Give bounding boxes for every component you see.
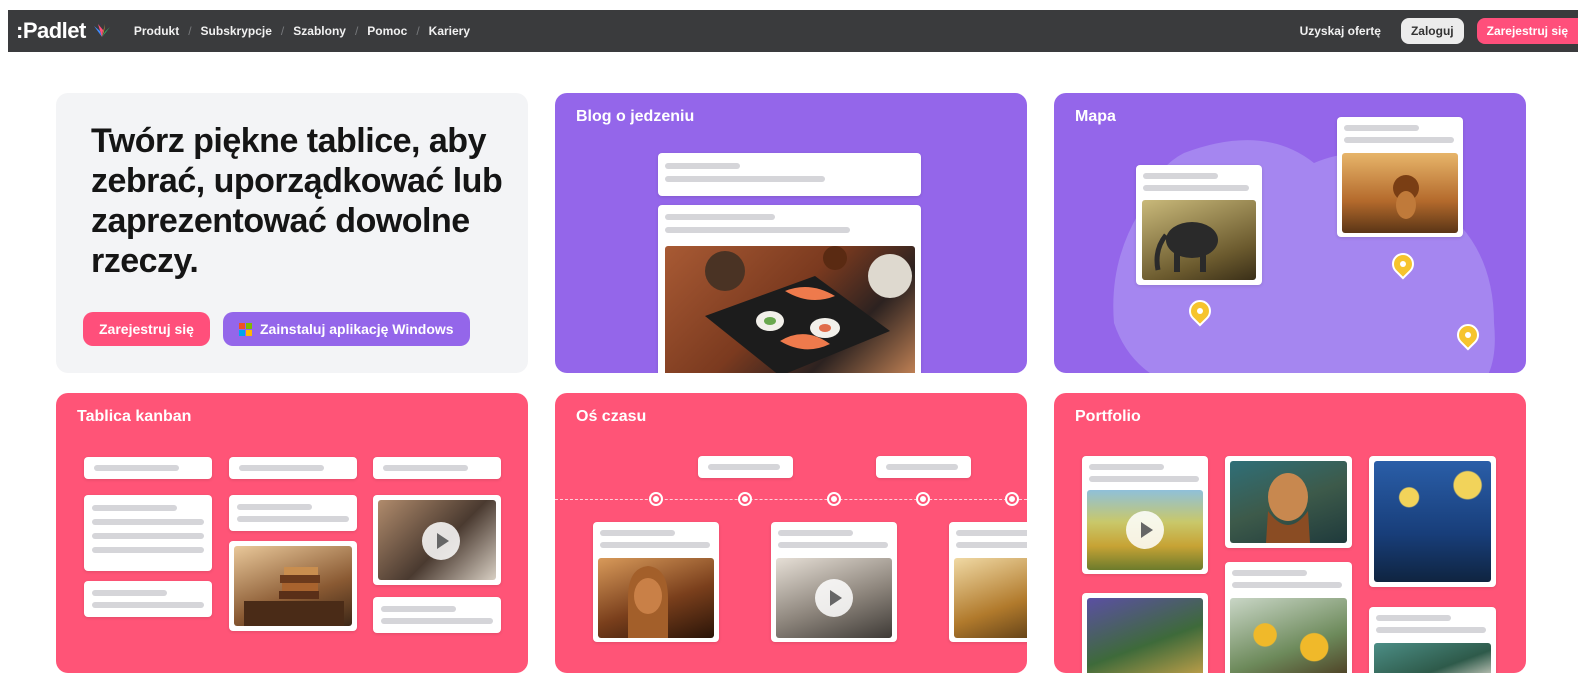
- study-video-image: [378, 500, 496, 580]
- signup-button-top[interactable]: Zarejestruj się: [1476, 18, 1578, 44]
- kanban-card: [229, 541, 357, 631]
- post-placeholder: [658, 205, 921, 373]
- timeline-post: [771, 522, 897, 642]
- nav-separator: /: [416, 24, 420, 38]
- timeline-dot: [918, 494, 928, 504]
- kanban-card: [229, 495, 357, 531]
- nav-link-pomoc[interactable]: Pomoc: [367, 24, 407, 38]
- portfolio-post: [1225, 456, 1352, 548]
- timeline-dot: [651, 494, 661, 504]
- timeline-axis: [555, 499, 1027, 500]
- sunflowers-image: [1230, 598, 1347, 673]
- top-navbar: :Padlet Produkt / Subskrypcje / Szablony…: [8, 10, 1578, 52]
- portfolio-post: [1369, 456, 1496, 587]
- card-title-portfolio: Portfolio: [1075, 408, 1141, 425]
- timeline-dot: [740, 494, 750, 504]
- kanban-column-header: [373, 457, 501, 479]
- template-card-timeline[interactable]: Oś czasu: [555, 393, 1027, 673]
- sushi-image: [665, 246, 915, 373]
- card-title-timeline: Oś czasu: [576, 408, 647, 425]
- windows-icon: [239, 322, 252, 336]
- statue-video-image: [776, 558, 892, 638]
- nav-link-produkt[interactable]: Produkt: [134, 24, 179, 38]
- kanban-column-header: [84, 457, 212, 479]
- play-icon[interactable]: [815, 579, 853, 617]
- template-card-kanban[interactable]: Tablica kanban: [56, 393, 528, 673]
- nav-separator: /: [354, 24, 359, 38]
- books-image: [234, 546, 352, 626]
- kanban-card: [373, 495, 501, 585]
- wheatfield-video-image: [1087, 490, 1203, 570]
- nav-actions: Uzyskaj ofertę Zaloguj Zarejestruj się: [1300, 18, 1578, 44]
- starry-night-image: [1374, 461, 1491, 582]
- pharaoh-image: [598, 558, 714, 638]
- install-windows-label: Zainstaluj aplikację Windows: [260, 321, 454, 337]
- lion-image: [1342, 153, 1458, 233]
- padlet-logo[interactable]: :Padlet: [16, 18, 86, 44]
- nav-separator: /: [280, 24, 285, 38]
- timeline-post: [593, 522, 719, 642]
- kanban-card: [373, 597, 501, 633]
- timeline-dot: [829, 494, 839, 504]
- knight-image: [954, 558, 1027, 638]
- template-card-food-blog[interactable]: Blog o jedzeniu: [555, 93, 1027, 373]
- hero-signup-button[interactable]: Zarejestruj się: [83, 312, 210, 346]
- portfolio-post: [1082, 456, 1208, 574]
- play-icon[interactable]: [1126, 511, 1164, 549]
- card-title-kanban: Tablica kanban: [77, 408, 192, 425]
- kanban-card: [84, 495, 212, 571]
- kanban-card: [84, 581, 212, 617]
- nav-links: Produkt / Subskrypcje / Szablony / Pomoc…: [134, 24, 470, 38]
- self-portrait-image: [1230, 461, 1347, 543]
- hero-title: Twórz piękne tablice, aby zebrać, uporzą…: [91, 122, 503, 280]
- kanban-column-header: [229, 457, 357, 479]
- map-post: [1337, 117, 1463, 237]
- template-card-map[interactable]: Mapa: [1054, 93, 1526, 373]
- nav-separator: /: [188, 24, 192, 38]
- nav-link-kariery[interactable]: Kariery: [429, 24, 470, 38]
- map-post: [1136, 165, 1262, 285]
- card-title-food-blog: Blog o jedzeniu: [576, 108, 695, 125]
- timeline-label: [876, 456, 971, 478]
- template-card-portfolio[interactable]: Portfolio: [1054, 393, 1526, 673]
- portfolio-post: [1225, 562, 1352, 673]
- login-button[interactable]: Zaloguj: [1400, 18, 1464, 44]
- timeline-label: [698, 456, 793, 478]
- hero-card: Twórz piękne tablice, aby zebrać, uporzą…: [56, 93, 528, 373]
- almond-blossom-image: [1374, 643, 1491, 673]
- timeline-post: [949, 522, 1027, 642]
- post-placeholder: [658, 153, 921, 196]
- portfolio-post: [1369, 607, 1496, 673]
- get-offer-link[interactable]: Uzyskaj ofertę: [1300, 24, 1381, 38]
- install-windows-button[interactable]: Zainstaluj aplikację Windows: [223, 312, 470, 346]
- nav-link-szablony[interactable]: Szablony: [293, 24, 346, 38]
- portfolio-post: [1082, 593, 1208, 673]
- padlet-flower-icon: [92, 23, 112, 39]
- play-icon[interactable]: [422, 522, 460, 560]
- elephant-image: [1142, 200, 1256, 280]
- irises-image: [1087, 598, 1203, 673]
- timeline-dot: [1007, 494, 1017, 504]
- nav-link-subskrypcje[interactable]: Subskrypcje: [201, 24, 272, 38]
